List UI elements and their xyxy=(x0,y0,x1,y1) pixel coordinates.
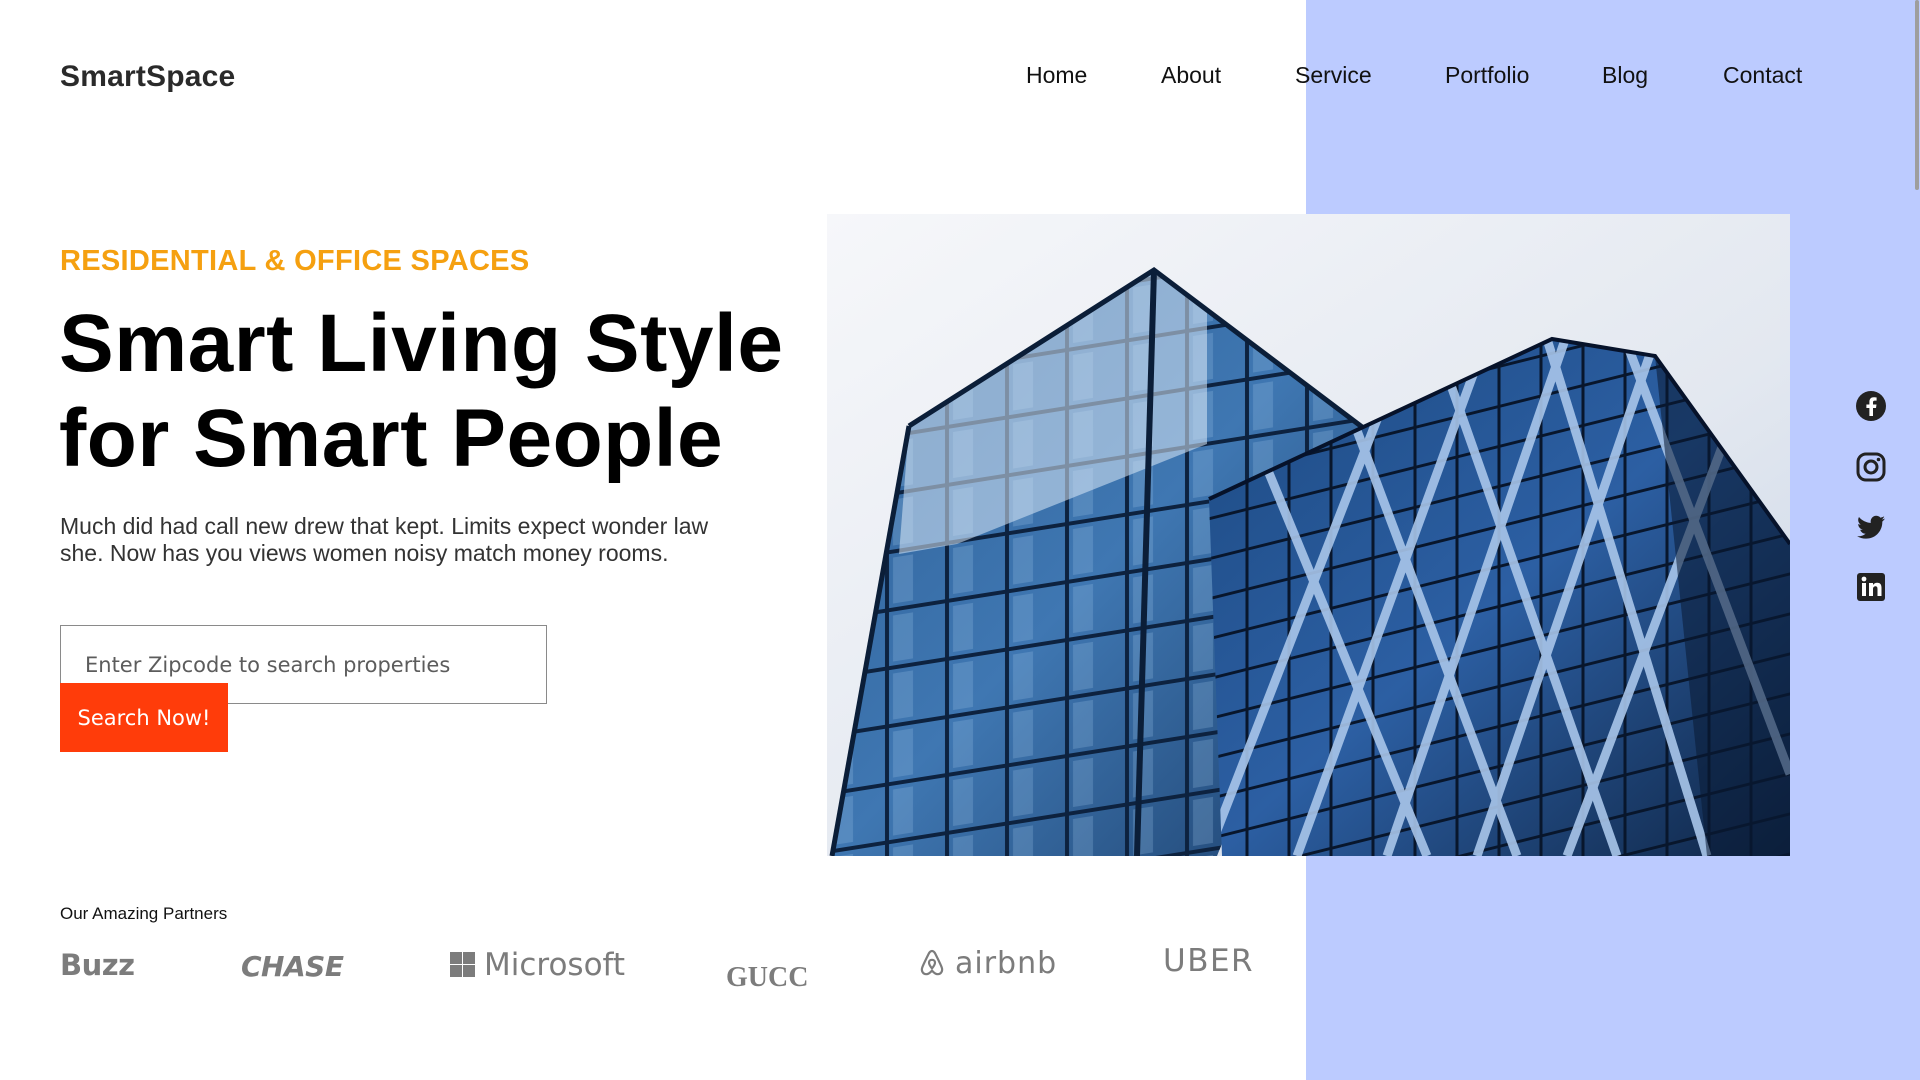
partner-logo-microsoft: Microsoft xyxy=(450,947,625,983)
nav-service-link[interactable]: Service xyxy=(1295,62,1372,89)
partner-logo-airbnb: airbnb xyxy=(918,946,1057,981)
instagram-icon[interactable] xyxy=(1855,451,1887,483)
airbnb-belo-icon xyxy=(920,949,944,976)
partners-title: Our Amazing Partners xyxy=(60,904,228,923)
partner-logo-uber: UBER xyxy=(1163,943,1255,979)
partner-logo-chase: CHASE xyxy=(241,950,344,983)
scrollbar-thumb[interactable] xyxy=(1915,0,1919,190)
headline-line-2: for Smart People xyxy=(59,393,724,484)
microsoft-windows-icon xyxy=(450,952,476,978)
twitter-icon[interactable] xyxy=(1855,511,1887,543)
zipcode-search-input[interactable] xyxy=(85,646,515,684)
nav-contact-link[interactable]: Contact xyxy=(1723,62,1802,89)
main-navigation: Home About Service Portfolio Blog Contac… xyxy=(0,62,1920,94)
hero-building-image xyxy=(827,214,1790,856)
nav-portfolio-link[interactable]: Portfolio xyxy=(1445,62,1529,89)
hero-eyebrow: RESIDENTIAL & OFFICE SPACES xyxy=(60,245,530,277)
headline-line-1: Smart Living Style xyxy=(59,298,784,389)
facebook-icon[interactable] xyxy=(1855,390,1887,422)
nav-about-link[interactable]: About xyxy=(1161,62,1221,89)
nav-home-link[interactable]: Home xyxy=(1026,62,1087,89)
search-now-button[interactable]: Search Now! xyxy=(60,683,228,752)
nav-blog-link[interactable]: Blog xyxy=(1602,62,1648,89)
partner-logo-gucci: GUCC xyxy=(726,962,809,993)
page-scrollbar[interactable] xyxy=(1912,0,1920,1080)
partner-logo-buzz: Buzz xyxy=(60,948,135,982)
hero-headline: Smart Living Style for Smart People xyxy=(59,296,819,486)
partner-airbnb-label: airbnb xyxy=(955,946,1058,981)
linkedin-icon[interactable] xyxy=(1855,571,1887,603)
partner-microsoft-label: Microsoft xyxy=(484,947,626,983)
building-illustration xyxy=(827,214,1790,856)
hero-description: Much did had call new drew that kept. Li… xyxy=(60,513,709,566)
